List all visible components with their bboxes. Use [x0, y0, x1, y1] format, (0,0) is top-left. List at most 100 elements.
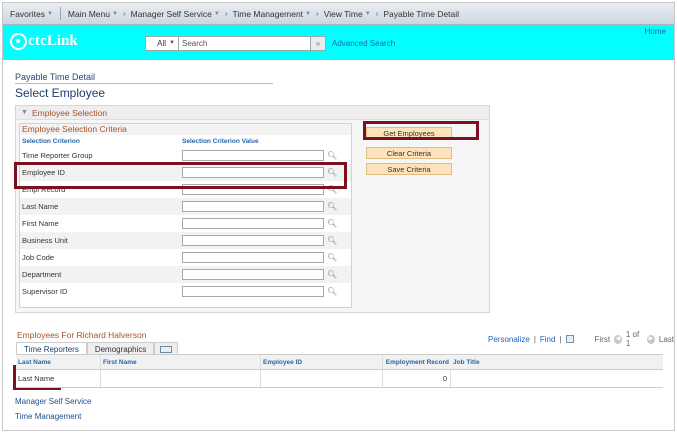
job-code-input[interactable] — [182, 252, 324, 263]
criterion-label: Empl Record — [22, 185, 66, 194]
breadcrumb-manager-self-service[interactable]: Manager Self Service ▼ — [131, 9, 220, 19]
col-employee-id[interactable]: Employee ID — [261, 355, 383, 369]
collapse-triangle-icon: ▼ — [21, 109, 28, 116]
clear-criteria-button[interactable]: Clear Criteria — [366, 147, 452, 159]
favorites-menu[interactable]: Favorites ▼ — [10, 9, 53, 19]
page-breadcrumb-title: Payable Time Detail — [15, 72, 96, 82]
save-criteria-button[interactable]: Save Criteria — [366, 163, 452, 175]
last-name-input[interactable] — [182, 201, 324, 212]
view-all-grid-icon[interactable] — [565, 335, 575, 343]
col-first-name[interactable]: First Name — [101, 355, 261, 369]
col-employment-record[interactable]: Employment Record — [383, 355, 451, 369]
breadcrumb-separator-icon: › — [224, 9, 228, 18]
cell-employee-id — [261, 370, 383, 387]
lookup-magnifier-icon[interactable]: 🔍︎ — [327, 168, 337, 177]
show-all-columns-icon — [160, 345, 173, 353]
lookup-magnifier-icon[interactable]: 🔍︎ — [327, 219, 337, 228]
selection-criteria-panel: Employee Selection Criteria Selection Cr… — [19, 123, 352, 308]
supervisor-id-input[interactable] — [182, 286, 324, 297]
breadcrumb-time-management[interactable]: Time Management ▼ — [233, 9, 312, 19]
home-link[interactable]: Home — [645, 27, 666, 36]
col-last-name[interactable]: Last Name — [16, 355, 101, 369]
criterion-row-business-unit: Business Unit 🔍︎ — [20, 232, 351, 249]
ctclink-logo: ctc Link — [10, 33, 78, 50]
logo-ring-icon — [10, 33, 27, 50]
next-arrow-icon[interactable]: ▶ — [647, 334, 655, 344]
footer-link-manager-self-service[interactable]: Manager Self Service — [15, 397, 91, 406]
lookup-magnifier-icon[interactable]: 🔍︎ — [327, 236, 337, 245]
footer-link-time-management[interactable]: Time Management — [15, 412, 81, 421]
selection-criteria-title: Employee Selection Criteria — [20, 124, 351, 135]
criteria-column-header: Selection Criterion Selection Criterion … — [20, 135, 351, 147]
breadcrumb-label: View Time — [323, 8, 363, 19]
pager-last[interactable]: Last — [659, 335, 674, 344]
business-unit-input[interactable] — [182, 235, 324, 246]
nav-separator: | — [533, 334, 536, 344]
lookup-magnifier-icon[interactable]: 🔍︎ — [327, 270, 337, 279]
search-scope-select[interactable]: All ▼ — [145, 35, 179, 51]
criterion-label: Department — [22, 270, 62, 279]
main-menu[interactable]: Main Menu ▼ — [68, 9, 118, 19]
app-header: ctc Link Home All ▼ Search » Advanced Se… — [3, 25, 674, 60]
lookup-magnifier-icon[interactable]: 🔍︎ — [327, 185, 337, 194]
chevron-down-icon: ▼ — [46, 10, 53, 17]
chevron-down-icon: ▼ — [213, 10, 220, 17]
col-job-title[interactable]: Job Title — [451, 355, 663, 369]
criterion-label: Business Unit — [22, 236, 68, 245]
favorites-label: Favorites — [10, 8, 45, 19]
personalize-link[interactable]: Personalize — [488, 335, 530, 344]
chevron-down-icon: ▼ — [111, 10, 118, 17]
table-row: Last Name 0 — [16, 370, 663, 388]
breadcrumb-separator-icon: › — [122, 9, 126, 18]
lookup-magnifier-icon[interactable]: 🔍︎ — [327, 202, 337, 211]
employee-id-input[interactable] — [182, 167, 324, 178]
cell-first-name — [101, 370, 261, 387]
get-employees-button[interactable]: Get Employees — [366, 127, 452, 139]
breadcrumb-label: Payable Time Detail — [383, 8, 459, 19]
lookup-magnifier-icon[interactable]: 🔍︎ — [327, 253, 337, 262]
cell-last-name[interactable]: Last Name — [16, 370, 101, 387]
criterion-label: Last Name — [22, 202, 59, 211]
search-input[interactable]: Search — [179, 35, 311, 51]
lookup-magnifier-icon[interactable]: 🔍︎ — [327, 287, 337, 296]
pager-first[interactable]: First — [595, 335, 611, 344]
advanced-search-link[interactable]: Advanced Search — [332, 39, 395, 48]
empl-record-input[interactable] — [182, 184, 324, 195]
chevron-down-icon: ▼ — [169, 40, 175, 46]
criterion-row-supervisor-id: Supervisor ID 🔍︎ — [20, 283, 351, 300]
chevron-down-icon: ▼ — [305, 10, 312, 17]
title-divider — [15, 83, 273, 84]
main-menu-label: Main Menu — [67, 8, 110, 19]
previous-arrow-icon[interactable]: ◀ — [614, 334, 622, 344]
col-selection-criterion: Selection Criterion — [22, 137, 80, 145]
employees-grid-title: Employees For Richard Halverson — [17, 330, 147, 340]
pager-range: 1 of 1 — [625, 330, 640, 348]
search-go-button[interactable]: » — [311, 35, 326, 51]
find-link[interactable]: Find — [540, 335, 556, 344]
breadcrumb-payable-time-detail[interactable]: Payable Time Detail — [383, 9, 459, 19]
col-selection-value: Selection Criterion Value — [182, 137, 259, 145]
lookup-magnifier-icon[interactable]: 🔍︎ — [327, 151, 337, 160]
nav-divider — [59, 7, 61, 20]
criterion-label: First Name — [22, 219, 59, 228]
criterion-row-time-reporter-group: Time Reporter Group 🔍︎ — [20, 147, 351, 164]
criterion-row-job-code: Job Code 🔍︎ — [20, 249, 351, 266]
criterion-label: Job Code — [22, 253, 55, 262]
employee-selection-header[interactable]: ▼ Employee Selection — [16, 106, 489, 120]
breadcrumb-view-time[interactable]: View Time ▼ — [324, 9, 371, 19]
criterion-row-department: Department 🔍︎ — [20, 266, 351, 283]
top-nav-bar: Favorites ▼ Main Menu ▼ › Manager Self S… — [3, 3, 674, 25]
first-name-input[interactable] — [182, 218, 324, 229]
breadcrumb-label: Manager Self Service — [130, 8, 212, 19]
logo-text-ctc: ctc — [28, 33, 47, 49]
criterion-row-employee-id: Employee ID 🔍︎ — [20, 164, 351, 181]
criterion-row-last-name: Last Name 🔍︎ — [20, 198, 351, 215]
breadcrumb-label: Time Management — [232, 8, 304, 19]
chevron-down-icon: ▼ — [364, 10, 371, 17]
search-scope-value: All — [157, 38, 167, 48]
grid-navigation-bar: Personalize | Find | First ◀ 1 of 1 ▶ La… — [488, 330, 674, 348]
time-reporter-group-input[interactable] — [182, 150, 324, 161]
criterion-row-first-name: First Name 🔍︎ — [20, 215, 351, 232]
department-input[interactable] — [182, 269, 324, 280]
cell-employment-record: 0 — [383, 370, 451, 387]
